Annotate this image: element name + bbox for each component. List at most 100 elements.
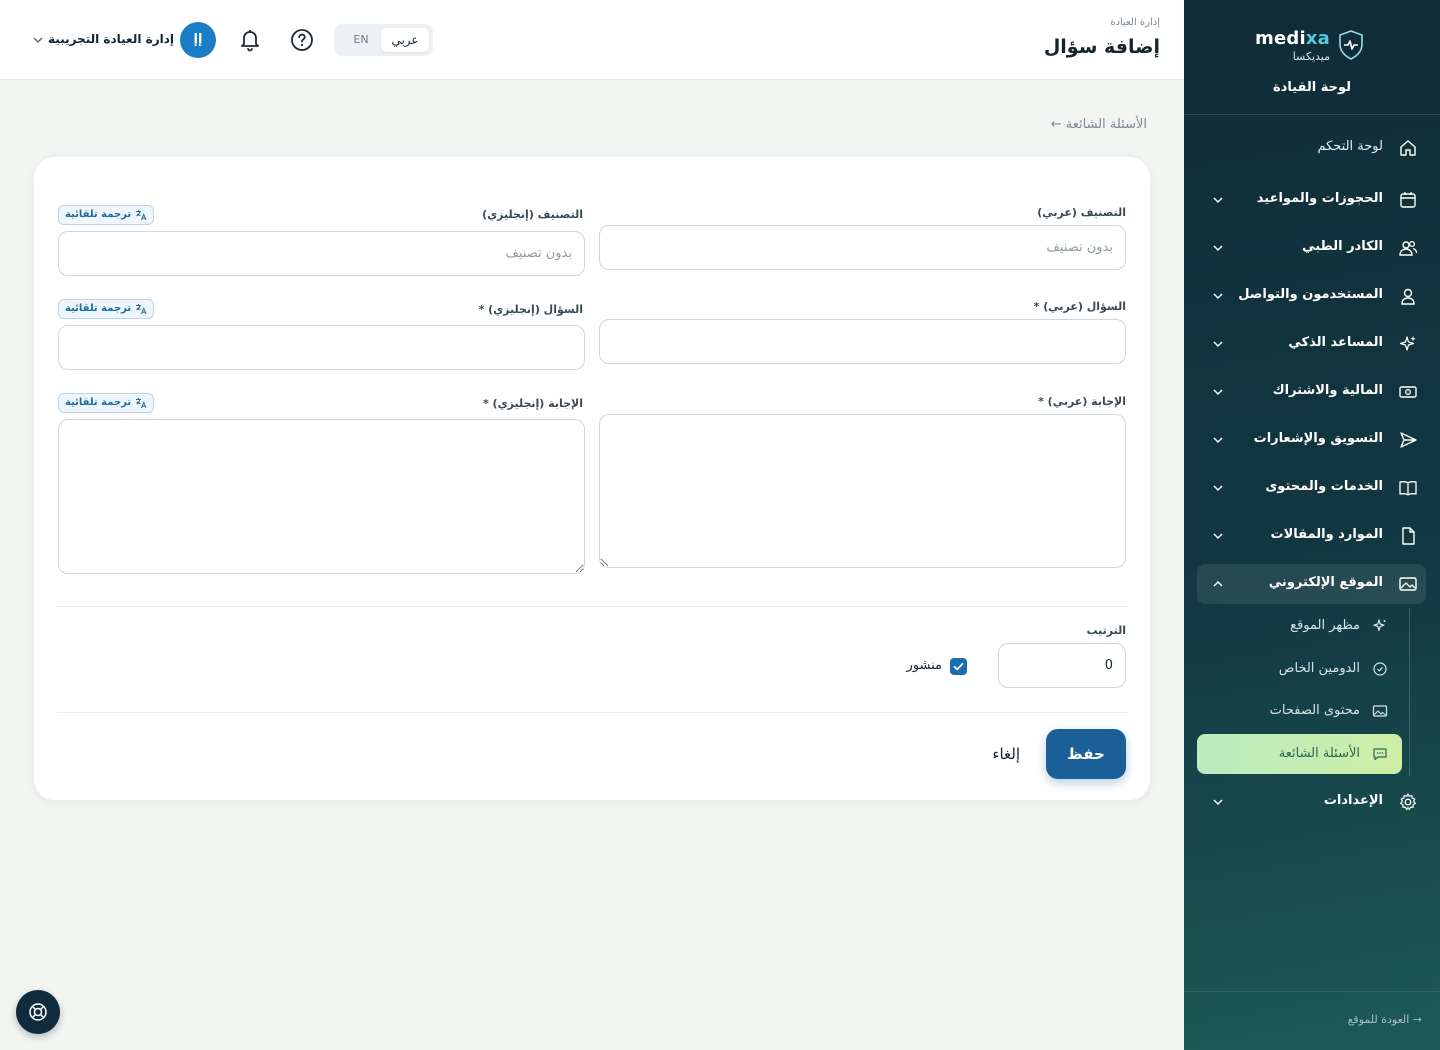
user-icon bbox=[1401, 288, 1415, 305]
auto-translate-label: ترجمة تلقائية bbox=[65, 209, 132, 220]
image-icon bbox=[1399, 577, 1417, 591]
auto-translate-button[interactable]: ترجمة تلقائية bbox=[58, 393, 155, 413]
answer-ar-textarea[interactable] bbox=[599, 414, 1126, 568]
cancel-button[interactable]: إلغاء bbox=[992, 745, 1020, 763]
category-en-input[interactable] bbox=[58, 231, 585, 276]
sidebar-item-medical-staff[interactable]: الكادر الطبي bbox=[1197, 228, 1426, 268]
sidebar-item-label: الموقع الإلكتروني bbox=[1268, 575, 1383, 590]
question-en-label: السؤال (إنجليزي) * bbox=[478, 303, 583, 316]
sidebar-item-finance[interactable]: المالية والاشتراك bbox=[1197, 372, 1426, 412]
sidebar-item-bookings[interactable]: الحجوزات والمواعيد bbox=[1197, 180, 1426, 220]
faq-form-card: التصنيف (عربي) التصنيف (إنجليزي) ترجمة ت… bbox=[33, 156, 1151, 801]
accessibility-button[interactable] bbox=[16, 990, 60, 1034]
image-icon bbox=[1372, 705, 1388, 717]
money-icon bbox=[1399, 386, 1417, 398]
help-icon[interactable] bbox=[290, 28, 314, 52]
lang-option-ar[interactable]: عربي bbox=[381, 28, 429, 52]
sidebar-item-services[interactable]: الخدمات والمحتوى bbox=[1197, 468, 1426, 508]
dashboard-title: لوحة القيادة bbox=[1272, 80, 1352, 95]
sidebar-item-website[interactable]: الموقع الإلكتروني bbox=[1197, 564, 1426, 604]
translate-icon bbox=[136, 210, 147, 221]
sidebar-item-label: المستخدمون والتواصل bbox=[1238, 287, 1383, 302]
sidebar-item-dashboard[interactable]: لوحة التحكم bbox=[1197, 128, 1426, 168]
question-en-input[interactable] bbox=[58, 325, 585, 370]
sidebar-subitem-label: الدومين الخاص bbox=[1278, 661, 1360, 676]
published-label[interactable]: منشور bbox=[907, 658, 942, 673]
sidebar-item-resources[interactable]: الموارد والمقالات bbox=[1197, 516, 1426, 556]
checkmark-icon bbox=[953, 662, 964, 671]
answer-en-textarea[interactable] bbox=[58, 419, 585, 574]
chevron-up-icon bbox=[1213, 581, 1223, 587]
category-en-label: التصنيف (إنجليزي) bbox=[482, 208, 583, 221]
save-button[interactable]: حفظ bbox=[1046, 729, 1126, 779]
language-switch: EN عربي bbox=[334, 24, 433, 56]
translate-icon bbox=[136, 398, 147, 409]
form-divider bbox=[57, 606, 1128, 607]
sidebar-item-label: التسويق والإشعارات bbox=[1253, 431, 1383, 446]
answer-ar-label: الإجابة (عربي) * bbox=[1038, 395, 1126, 408]
sidebar-divider bbox=[1184, 114, 1440, 115]
auto-translate-label: ترجمة تلقائية bbox=[65, 303, 132, 314]
avatar: إإ bbox=[180, 22, 216, 58]
chevron-down-icon bbox=[1213, 799, 1223, 805]
sidebar-item-label: الإعدادات bbox=[1323, 793, 1383, 808]
sidebar-item-settings[interactable]: الإعدادات bbox=[1197, 782, 1426, 822]
chat-icon bbox=[1373, 748, 1387, 761]
sidebar-item-ai-assistant[interactable]: المساعد الذكي bbox=[1197, 324, 1426, 364]
gear-icon bbox=[1400, 793, 1416, 811]
sidebar-subitem-label: مظهر الموقع bbox=[1290, 618, 1360, 633]
question-ar-label: السؤال (عربي) * bbox=[1033, 300, 1126, 313]
sidebar-item-label: الخدمات والمحتوى bbox=[1265, 479, 1383, 494]
sidebar-subitem-faq[interactable]: الأسئلة الشائعة bbox=[1197, 734, 1402, 774]
sidebar-subitem-site-appearance[interactable]: مظهر الموقع bbox=[1197, 606, 1402, 646]
order-input[interactable] bbox=[998, 643, 1126, 688]
page-title: إضافة سؤال bbox=[1043, 36, 1160, 58]
back-to-site-link[interactable]: العودة للموقع → bbox=[1348, 1013, 1426, 1026]
question-ar-input[interactable] bbox=[599, 319, 1126, 364]
brand-logo[interactable]: medixa ميديكسا bbox=[1255, 28, 1364, 68]
translate-icon bbox=[136, 304, 147, 315]
sparkles-icon bbox=[1399, 336, 1416, 351]
bell-icon[interactable] bbox=[238, 27, 262, 53]
breadcrumb[interactable]: إدارة العيادة bbox=[1110, 17, 1160, 28]
back-to-site-label: العودة للموقع bbox=[1347, 1013, 1410, 1026]
back-to-faq-link[interactable]: ← الأسئلة الشائعة bbox=[1051, 117, 1147, 132]
submenu-line bbox=[1409, 608, 1410, 776]
chevron-down-icon bbox=[1213, 485, 1223, 491]
sidebar-item-label: لوحة التحكم bbox=[1317, 139, 1383, 154]
brand-subtitle: ميديكسا bbox=[1292, 50, 1330, 63]
lang-option-en[interactable]: EN bbox=[340, 28, 382, 52]
sidebar-bottom-divider bbox=[1184, 991, 1440, 992]
chevron-down-icon bbox=[1213, 389, 1223, 395]
chevron-down-icon bbox=[1213, 533, 1223, 539]
sidebar-item-marketing[interactable]: التسويق والإشعارات bbox=[1197, 420, 1426, 460]
top-header: إدارة العيادة إضافة سؤال EN عربي إإ إدار… bbox=[0, 0, 1184, 80]
sidebar-subitem-label: محتوى الصفحات bbox=[1269, 703, 1360, 718]
answer-en-label: الإجابة (إنجليزي) * bbox=[482, 397, 583, 410]
send-icon bbox=[1400, 432, 1417, 448]
lifebuoy-icon bbox=[29, 1003, 47, 1021]
sidebar-subitem-custom-domain[interactable]: الدومين الخاص bbox=[1197, 649, 1402, 689]
chevron-down-icon bbox=[1213, 245, 1223, 251]
category-ar-input[interactable] bbox=[599, 225, 1126, 270]
chevron-down-icon bbox=[1213, 341, 1223, 347]
sidebar: medixa ميديكسا لوحة القيادة لوحة التحكم … bbox=[1184, 0, 1440, 1050]
arrow-right-icon: → bbox=[1409, 1013, 1422, 1026]
user-name: إدارة العيادة التجريبية bbox=[48, 32, 174, 46]
sidebar-item-label: الموارد والمقالات bbox=[1270, 527, 1383, 542]
form-divider bbox=[57, 712, 1128, 713]
chevron-down-icon bbox=[33, 37, 43, 43]
home-icon bbox=[1400, 140, 1416, 156]
sidebar-item-label: الحجوزات والمواعيد bbox=[1256, 191, 1383, 206]
auto-translate-button[interactable]: ترجمة تلقائية bbox=[58, 205, 155, 225]
user-menu[interactable]: إإ إدارة العيادة التجريبية bbox=[32, 22, 218, 58]
calendar-icon bbox=[1400, 192, 1416, 208]
sidebar-item-label: المساعد الذكي bbox=[1288, 335, 1383, 350]
published-checkbox[interactable] bbox=[950, 658, 967, 675]
auto-translate-button[interactable]: ترجمة تلقائية bbox=[58, 299, 155, 319]
shield-logo-icon bbox=[1339, 30, 1363, 60]
auto-translate-label: ترجمة تلقائية bbox=[65, 397, 132, 408]
chevron-down-icon bbox=[1213, 437, 1223, 443]
sidebar-subitem-page-content[interactable]: محتوى الصفحات bbox=[1197, 691, 1402, 731]
sidebar-item-users[interactable]: المستخدمون والتواصل bbox=[1197, 276, 1426, 316]
